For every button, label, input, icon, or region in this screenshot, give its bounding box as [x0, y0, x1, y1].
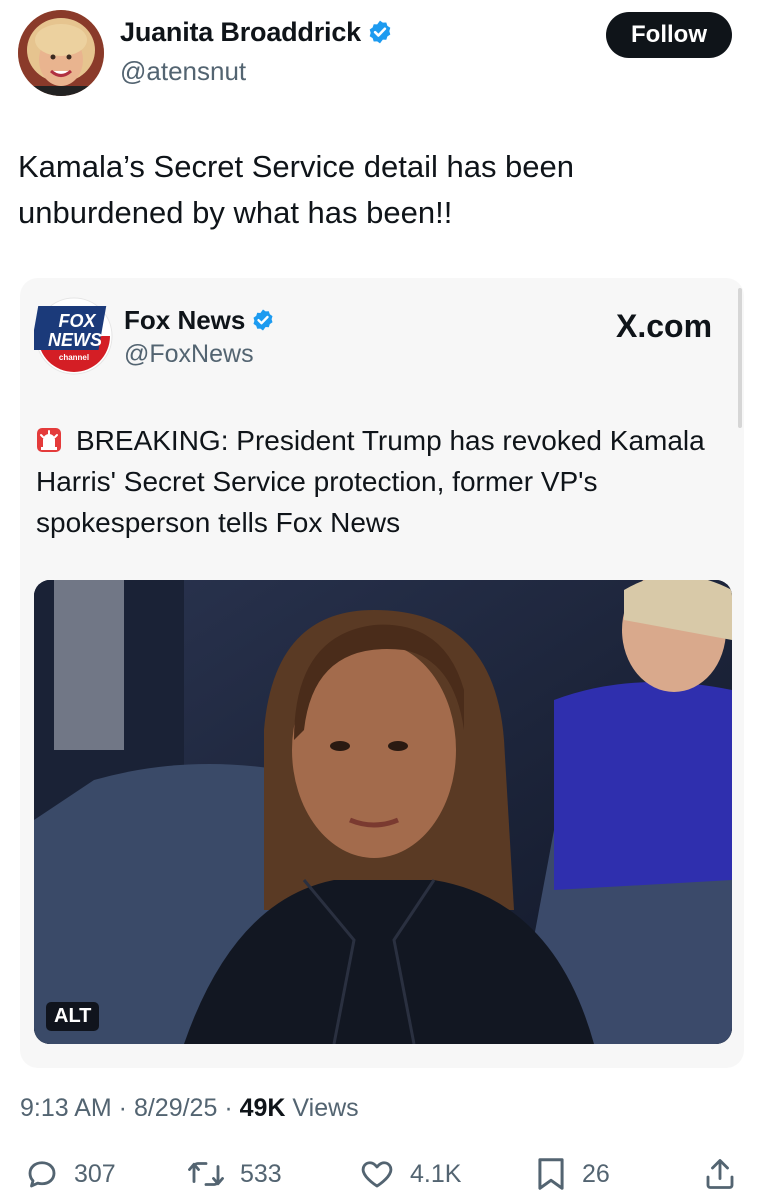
- fox-news-logo-icon[interactable]: FOX NEWS channel: [34, 296, 114, 376]
- fox-logo-bottom: channel: [59, 353, 89, 362]
- quoted-author-name[interactable]: Fox News: [124, 305, 275, 336]
- bookmark-count: 26: [582, 1159, 610, 1188]
- source-label: X.com: [616, 308, 713, 344]
- quote-scrollbar[interactable]: [738, 288, 742, 428]
- share-icon: [706, 1159, 734, 1189]
- reply-icon: [28, 1161, 56, 1188]
- siren-icon: [37, 428, 61, 452]
- quoted-post-photo[interactable]: [34, 580, 732, 1044]
- share-button[interactable]: [702, 1152, 752, 1196]
- quoted-author-handle[interactable]: @FoxNews: [124, 340, 254, 369]
- tweet-text: Kamala’s Secret Service detail has been …: [18, 149, 575, 230]
- repost-icon: [188, 1162, 224, 1186]
- like-count: 4.1K: [410, 1159, 462, 1188]
- fox-logo-middle: NEWS: [48, 330, 102, 350]
- action-bar: 307 533 4.1K 26: [18, 1152, 748, 1196]
- post-meta: 9:13 AM · 8/29/25 · 49K Views: [20, 1094, 359, 1123]
- repost-count: 533: [240, 1159, 282, 1188]
- author-avatar[interactable]: [18, 10, 104, 96]
- quoted-post-text: BREAKING: President Trump has revoked Ka…: [36, 420, 716, 543]
- author-name[interactable]: Juanita Broaddrick: [120, 17, 393, 48]
- quoted-post-text-body: BREAKING: President Trump has revoked Ka…: [36, 425, 705, 538]
- quoted-verified-badge-icon: [253, 309, 273, 331]
- verified-badge-icon: [369, 20, 391, 44]
- post-date[interactable]: 8/29/25: [134, 1094, 217, 1122]
- author-handle[interactable]: @atensnut: [120, 56, 246, 87]
- author-name-text[interactable]: Juanita Broaddrick: [120, 17, 361, 47]
- views-count: 49K: [239, 1094, 286, 1122]
- meta-separator: ·: [111, 1094, 134, 1122]
- bookmark-icon: [538, 1158, 564, 1190]
- post-time[interactable]: 9:13 AM: [20, 1094, 112, 1122]
- follow-button[interactable]: Follow: [606, 12, 732, 58]
- reply-button[interactable]: 307: [24, 1152, 116, 1196]
- repost-button[interactable]: 533: [186, 1152, 282, 1196]
- like-button[interactable]: 4.1K: [358, 1152, 461, 1196]
- fox-logo-top: FOX: [58, 311, 96, 331]
- reply-count: 307: [74, 1159, 116, 1188]
- heart-icon: [361, 1161, 393, 1188]
- alt-text-badge[interactable]: ALT: [46, 1002, 100, 1031]
- bookmark-button[interactable]: 26: [534, 1152, 610, 1196]
- quoted-author-name-text[interactable]: Fox News: [124, 305, 245, 335]
- views-label: Views: [285, 1094, 359, 1122]
- meta-separator: ·: [217, 1094, 240, 1122]
